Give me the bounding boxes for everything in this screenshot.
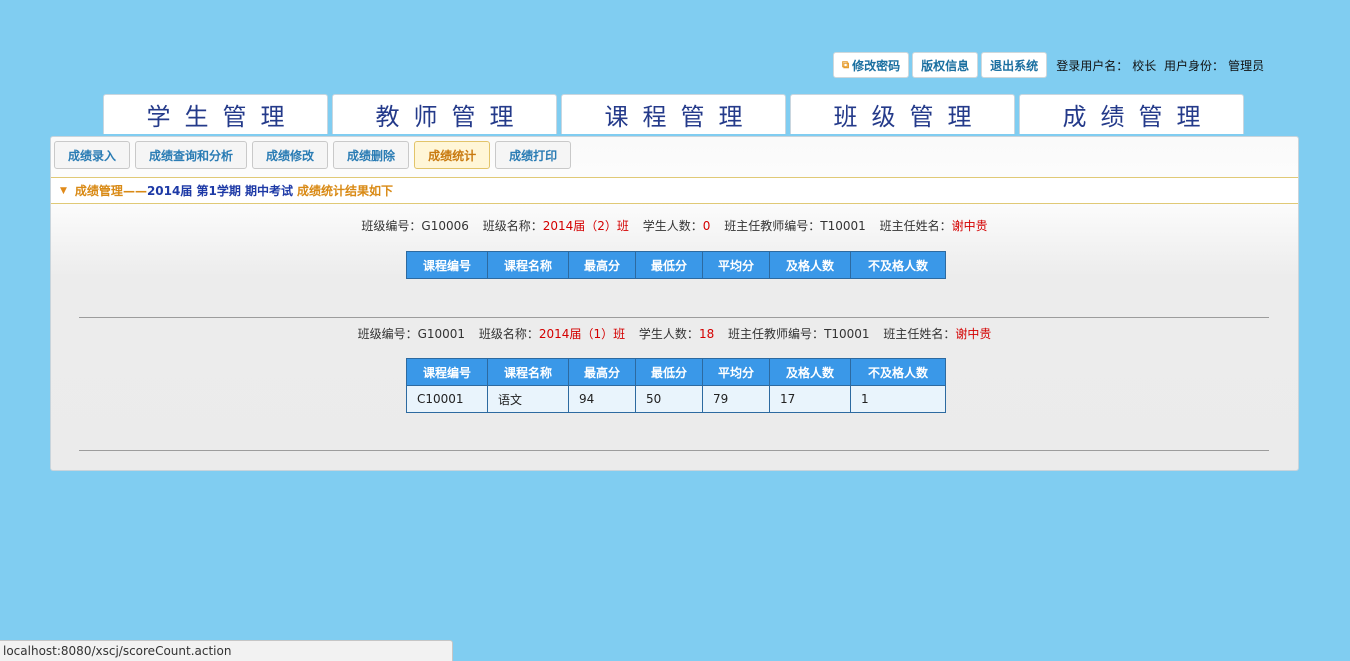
breadcrumb-separator: —— [122,183,147,198]
column-header: 平均分 [702,251,770,279]
score-entry-button[interactable]: 成绩录入 [54,141,131,169]
class-info: 班级编号：G10001 班级名称：2014届（1）班 学生人数：18 班主任教师… [51,325,1298,342]
breadcrumb-module: 成绩管理 [74,184,123,198]
max-score-cell: 94 [568,385,636,413]
head-teacher-name-label: 班主任姓名： [883,327,956,341]
fail-count-cell: 1 [850,385,946,413]
head-teacher-no: T10001 [824,327,870,341]
class-no: G10001 [417,327,466,341]
class-no-label: 班级编号： [357,327,418,341]
class-name: 2014届（2）班 [542,219,629,233]
score-table: 课程编号 课程名称 最高分 最低分 平均分 及格人数 不及格人数 C10001 … [406,358,946,413]
student-count-label: 学生人数： [642,219,703,233]
tab-score-management[interactable]: 成绩管理 [1019,94,1244,134]
column-header: 及格人数 [769,251,851,279]
status-url: localhost:8080/xscj/scoreCount.action [3,644,232,658]
column-header: 及格人数 [769,358,851,386]
score-print-button[interactable]: 成绩打印 [495,141,572,169]
tab-label: 学生管理 [146,103,299,131]
table-header-row: 课程编号 课程名称 最高分 最低分 平均分 及格人数 不及格人数 [406,251,946,279]
column-header: 课程名称 [487,251,569,279]
role-label: 用户身份： [1164,58,1225,73]
tab-label: 课程管理 [604,103,757,131]
head-teacher-no-label: 班主任教师编号： [728,327,825,341]
table-row: C10001 语文 94 50 79 17 1 [406,385,946,413]
user-label: 登录用户名： [1056,58,1129,73]
class-no-label: 班级编号： [361,219,422,233]
head-teacher-name: 谢中贵 [951,219,988,233]
course-name-cell: 语文 [487,385,569,413]
logout-button[interactable]: 退出系统 [981,52,1048,78]
score-query-button[interactable]: 成绩查询和分析 [135,141,248,169]
column-header: 课程编号 [406,358,488,386]
column-header: 课程编号 [406,251,488,279]
course-no-cell: C10001 [406,385,488,413]
column-header: 课程名称 [487,358,569,386]
browser-status-bar: localhost:8080/xscj/scoreCount.action [0,640,453,661]
student-count-label: 学生人数： [638,327,699,341]
section-divider [79,450,1269,451]
module-tabs: 学生管理 教师管理 课程管理 班级管理 成绩管理 [103,94,1248,134]
user-info: 登录用户名： 校长 用户身份： 管理员 [1056,57,1268,74]
score-edit-button[interactable]: 成绩修改 [252,141,329,169]
change-password-button[interactable]: ⧉ 修改密码 [833,52,910,78]
tab-label: 教师管理 [375,103,528,131]
class-name: 2014届（1）班 [538,327,626,341]
main-panel: 成绩录入 成绩查询和分析 成绩修改 成绩删除 成绩统计 成绩打印 ▼ 成绩管理 —… [50,136,1299,471]
score-delete-button[interactable]: 成绩删除 [333,141,410,169]
student-count: 0 [702,219,711,233]
tab-teacher-management[interactable]: 教师管理 [332,94,557,134]
tab-course-management[interactable]: 课程管理 [561,94,786,134]
copyright-button[interactable]: 版权信息 [912,52,979,78]
head-teacher-no: T10001 [820,219,866,233]
column-header: 不及格人数 [850,251,946,279]
section-divider [79,317,1269,318]
change-password-label: 修改密码 [852,58,901,73]
column-header: 最低分 [635,358,703,386]
head-teacher-name: 谢中贵 [955,327,992,341]
score-statistics-button[interactable]: 成绩统计 [414,141,491,169]
class-info: 班级编号：G10006 班级名称：2014届（2）班 学生人数：0 班主任教师编… [51,217,1298,234]
head-teacher-no-label: 班主任教师编号： [724,219,821,233]
column-header: 最高分 [568,251,636,279]
role-name: 管理员 [1228,58,1265,73]
min-score-cell: 50 [635,385,703,413]
score-table: 课程编号 课程名称 最高分 最低分 平均分 及格人数 不及格人数 [406,251,946,279]
class-name-label: 班级名称： [478,327,539,341]
table-header-row: 课程编号 课程名称 最高分 最低分 平均分 及格人数 不及格人数 [406,358,946,386]
column-header: 最低分 [635,251,703,279]
breadcrumb-result: 成绩统计结果如下 [297,184,394,198]
sub-nav: 成绩录入 成绩查询和分析 成绩修改 成绩删除 成绩统计 成绩打印 [54,141,576,169]
avg-score-cell: 79 [702,385,770,413]
tab-class-management[interactable]: 班级管理 [790,94,1015,134]
class-name-label: 班级名称： [482,219,543,233]
class-no: G10006 [421,219,469,233]
tab-label: 班级管理 [833,103,986,131]
column-header: 平均分 [702,358,770,386]
head-teacher-name-label: 班主任姓名： [879,219,952,233]
student-count: 18 [698,327,715,341]
column-header: 不及格人数 [850,358,946,386]
user-name: 校长 [1132,58,1157,73]
pass-count-cell: 17 [769,385,851,413]
top-toolbar: ⧉ 修改密码 版权信息 退出系统 登录用户名： 校长 用户身份： 管理员 [833,51,1268,79]
edit-icon: ⧉ [842,59,850,71]
tab-label: 成绩管理 [1062,103,1215,131]
tab-student-management[interactable]: 学生管理 [103,94,328,134]
column-header: 最高分 [568,358,636,386]
collapse-triangle-icon[interactable]: ▼ [60,186,67,196]
breadcrumb: ▼ 成绩管理 —— 2014届 第1学期 期中考试 成绩统计结果如下 [51,177,1298,204]
breadcrumb-exam: 2014届 第1学期 期中考试 [146,184,294,198]
